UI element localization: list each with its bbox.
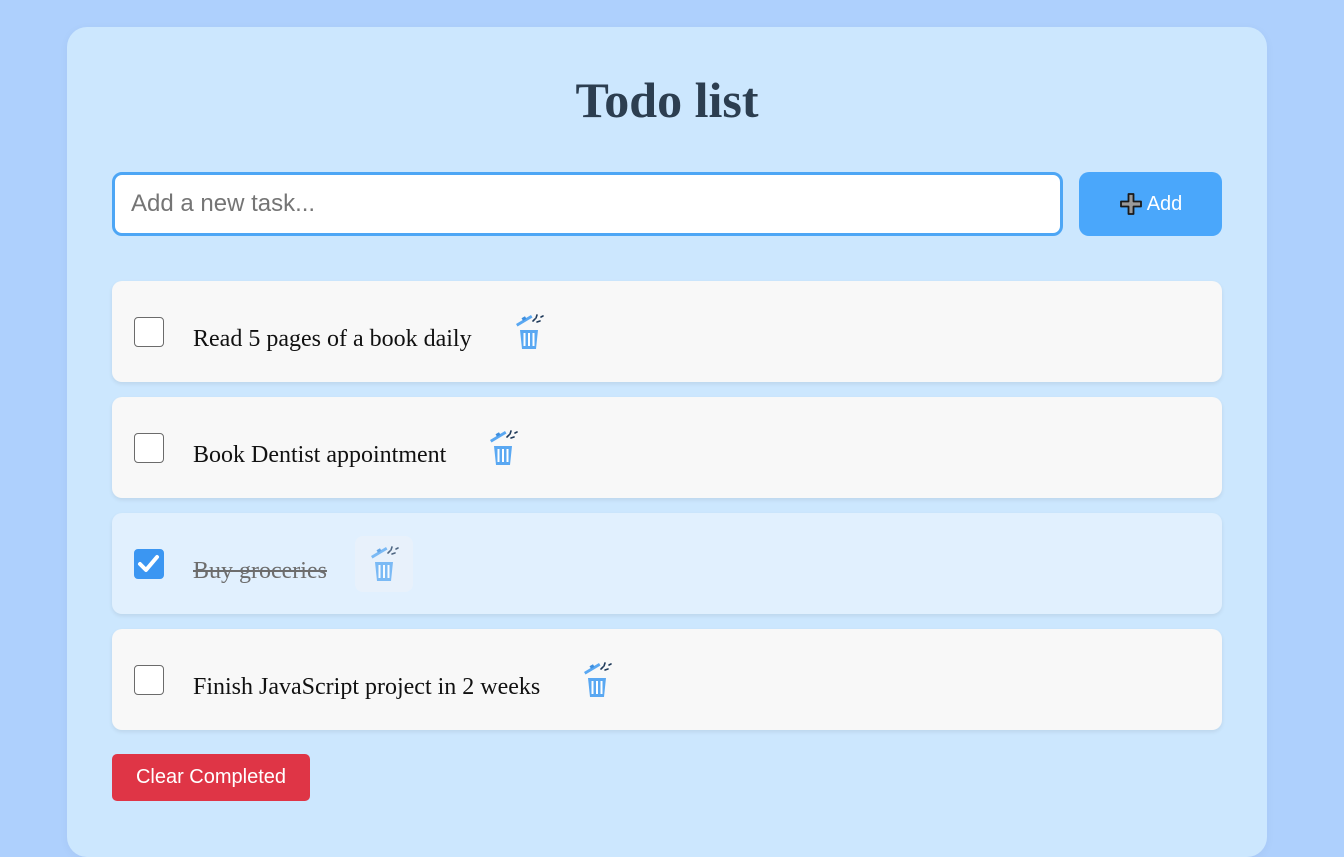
page-title: Todo list <box>575 72 759 128</box>
task-text: Book Dentist appointment <box>193 442 447 468</box>
task-checkbox[interactable] <box>134 317 164 347</box>
delete-task-button[interactable] <box>474 420 532 476</box>
task-checkbox[interactable] <box>134 549 164 579</box>
task-checkbox[interactable] <box>134 433 164 463</box>
add-task-button[interactable]: Add <box>1079 172 1222 236</box>
plus-icon <box>1119 192 1143 216</box>
trash-icon <box>584 662 612 697</box>
add-button-label: Add <box>1146 192 1183 215</box>
trash-icon <box>371 546 399 581</box>
task-list: Read 5 pages of a book daily Book Dentis… <box>112 281 1222 745</box>
task-text: Buy groceries <box>193 558 327 584</box>
trash-icon <box>490 430 518 465</box>
delete-task-button[interactable] <box>355 536 413 592</box>
trash-icon <box>516 314 544 349</box>
new-task-input[interactable] <box>112 172 1063 236</box>
task-item: Buy groceries <box>112 513 1222 614</box>
task-item: Book Dentist appointment <box>112 397 1222 498</box>
task-text: Finish JavaScript project in 2 weeks <box>193 674 541 700</box>
delete-task-button[interactable] <box>568 652 626 708</box>
task-item: Finish JavaScript project in 2 weeks <box>112 629 1222 730</box>
checkmark-icon <box>138 555 159 572</box>
task-text: Read 5 pages of a book daily <box>193 326 472 352</box>
clear-completed-button[interactable]: Clear Completed <box>112 754 310 801</box>
task-checkbox[interactable] <box>134 665 164 695</box>
todo-card: Todo list Add Read 5 pages of a book dai… <box>67 27 1267 857</box>
task-item: Read 5 pages of a book daily <box>112 281 1222 382</box>
delete-task-button[interactable] <box>500 304 558 360</box>
